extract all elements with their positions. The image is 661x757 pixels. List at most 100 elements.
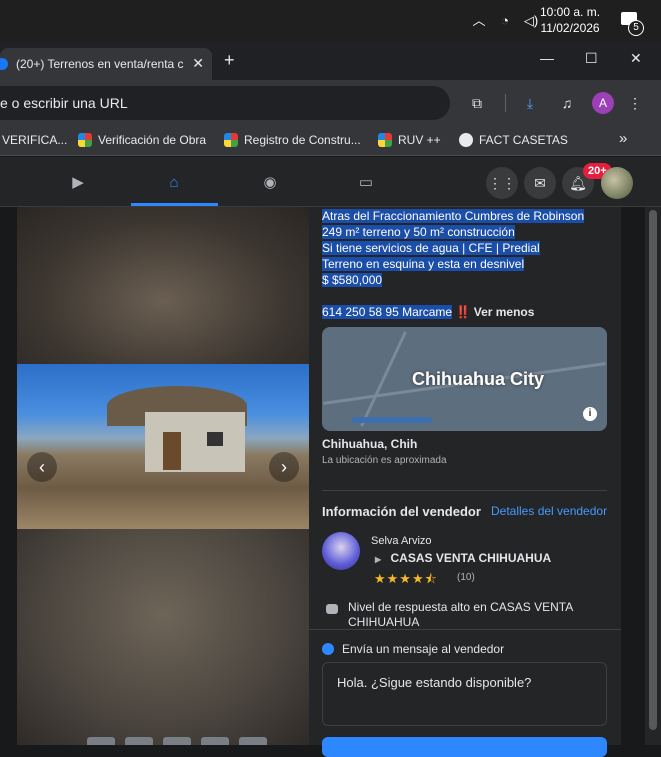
tab-strip: (20+) Terrenos en venta/renta c ✕ + — ☐ … [0,42,661,80]
previous-photo-button[interactable]: ‹ [27,452,57,482]
price-line: $ $580,000 [322,273,383,287]
notification-count: 5 [628,20,644,36]
new-tab-button[interactable]: + [224,50,235,71]
bookmark-label: Verificación de Obra [98,133,207,147]
download-icon[interactable]: ⤓ [521,94,539,112]
extensions-icon[interactable]: ⧉ [468,94,486,112]
window-shape [207,432,223,446]
bookmark-registro[interactable]: Registro de Constru... [224,133,361,147]
location-name: Chihuahua, Chih [322,437,418,451]
clock-date: 11/02/2026 [540,21,600,35]
message-heading-text: Envía un mensaje al vendedor [342,642,505,656]
response-rate-text: Nivel de respuesta alto en CASAS VENTA C… [348,600,573,629]
map-road [360,331,407,427]
bookmark-label: FACT CASETAS [479,133,568,147]
listing-photo[interactable]: ‹ › [17,364,309,529]
description-line: Terreno en esquina y esta en desnivel [322,257,525,271]
see-less-link[interactable]: Ver menos [474,305,535,319]
messenger-icon [322,643,334,655]
bookmarks-bar: VERIFICA... Verificación de Obra Registr… [0,126,661,156]
thumbnail[interactable] [163,737,191,745]
bookmark-label: VERIFICA... [2,133,68,147]
listing-details-panel: Atras del Fraccionamiento Cumbres de Rob… [309,207,621,757]
phone-line: 614 250 58 95 Marcame ‼️ Ver menos [322,305,534,319]
scrollbar-thumb[interactable] [649,210,657,730]
minimize-button[interactable]: — [540,50,554,66]
thumbnail[interactable] [87,737,115,745]
facebook-favicon-icon [0,58,8,70]
chevron-up-icon[interactable]: ︿ [470,12,488,30]
system-clock[interactable]: 10:00 a. m. 11/02/2026 [540,4,600,36]
clock-time: 10:00 a. m. [540,5,601,19]
blurred-photo-background [17,529,309,745]
next-photo-button[interactable]: › [269,452,299,482]
review-count[interactable]: (10) [457,572,475,583]
map-city-label: Chihuahua City [412,369,545,389]
exclamation-icon: ‼️ [455,305,471,319]
phone-number: 614 250 58 95 Marcame [322,305,453,319]
photo-thumbnails [87,737,267,745]
close-window-button[interactable]: ✕ [630,50,642,67]
message-heading: Envía un mensaje al vendedor [322,642,504,656]
bookmark-fact-casetas[interactable]: FACT CASETAS [459,133,568,147]
ruv-logo-icon [378,133,392,147]
seller-details-link[interactable]: Detalles del vendedor [491,504,607,518]
thumbnail[interactable] [125,737,153,745]
system-taskbar: ︿ ◔ ◁) 10:00 a. m. 11/02/2026 5 [0,0,661,42]
active-tab-indicator [131,203,218,206]
group-name: CASAS VENTA CHIHUAHUA [390,551,552,565]
bookmark-verificacion-obra[interactable]: Verificación de Obra [78,133,206,147]
menu-grid-icon[interactable]: ⋮⋮ [486,167,518,199]
door-shape [163,432,181,470]
maximize-button[interactable]: ☐ [585,50,598,67]
message-input[interactable]: Hola. ¿Sigue estando disponible? [322,662,607,726]
house-shape [145,412,245,472]
profile-avatar[interactable]: A [592,92,614,114]
groups-icon[interactable]: ◉ [260,173,280,193]
account-avatar[interactable] [601,167,633,199]
media-control-icon[interactable]: ♫ [558,94,576,112]
caret-right-icon: ▶ [375,555,382,564]
seller-avatar[interactable] [322,532,360,570]
description-line: Si tiene servicios de agua | CFE | Predi… [322,241,540,255]
location-map[interactable]: Chihuahua City i [322,327,607,431]
bookmark-label: RUV ++ [398,133,441,147]
notification-center-button[interactable]: 5 [618,10,644,36]
video-icon[interactable]: ▶ [68,173,88,193]
location-note: La ubicación es aproximada [322,455,447,466]
page-scrollbar[interactable] [645,207,661,745]
photo-gallery: ‹ › [17,207,309,745]
description-line: Atras del Fraccionamiento Cumbres de Rob… [322,209,585,223]
browser-tab-active[interactable]: (20+) Terrenos en venta/renta c ✕ [0,48,212,80]
divider [322,490,607,491]
thumbnail[interactable] [239,737,267,745]
seller-heading: Información del vendedor [322,504,481,519]
browser-toolbar: e o escribir una URL ⧉ ⤓ ♫ A ⋮ [0,80,661,126]
volume-icon[interactable]: ◁) [522,12,540,30]
messenger-icon[interactable]: ✉ [524,167,556,199]
chat-bubble-icon [326,604,338,614]
thumbnail[interactable] [201,737,229,745]
blurred-photo-background [17,207,309,364]
tab-title: (20+) Terrenos en venta/renta c [16,57,184,71]
map-river [352,417,432,423]
seller-name[interactable]: Selva Arvizo [371,535,432,547]
bookmarks-overflow-button[interactable]: » [619,130,627,147]
bookmark-ruv[interactable]: RUV ++ [378,133,441,147]
listing-description: Atras del Fraccionamiento Cumbres de Rob… [322,208,585,288]
bookmark-verifica[interactable]: VERIFICA... [2,133,67,147]
ruv-logo-icon [78,133,92,147]
message-seller-box: Envía un mensaje al vendedor Hola. ¿Sigu… [309,629,621,757]
send-button[interactable] [322,737,607,757]
marketplace-icon[interactable]: ⌂ [164,173,184,193]
menu-dots-icon[interactable]: ⋮ [626,94,644,112]
gaming-icon[interactable]: ▭ [356,173,376,193]
wifi-icon[interactable]: ◔ [496,12,514,30]
system-tray: ︿ ◔ ◁) [470,12,540,30]
marketplace-listing: ‹ › Atras del Fraccionamiento Cumbres de… [0,207,661,757]
tab-close-icon[interactable]: ✕ [192,55,204,72]
seller-group[interactable]: ▶ CASAS VENTA CHIHUAHUA [375,551,551,565]
info-icon[interactable]: i [583,407,597,421]
address-bar[interactable]: e o escribir una URL [0,86,450,120]
ruv-logo-icon [224,133,238,147]
